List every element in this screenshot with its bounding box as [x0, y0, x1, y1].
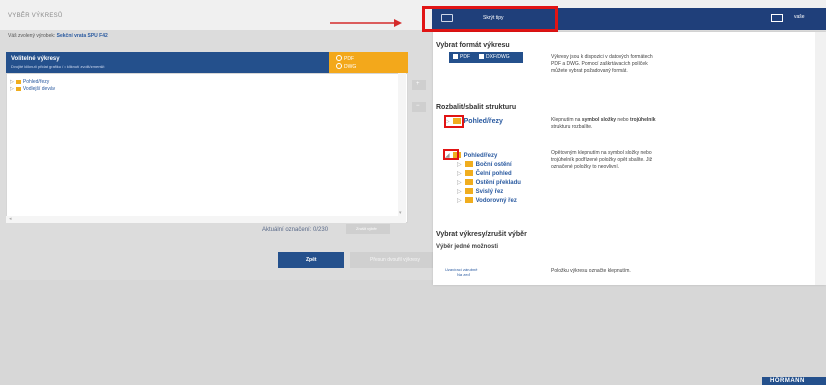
tree-item-label[interactable]: Vodlejší deváv: [23, 86, 55, 92]
tips-pdf-checkbox: PDF: [453, 54, 470, 60]
expand-triangle-icon[interactable]: ▷: [10, 86, 14, 92]
tips-scrollbar[interactable]: [815, 32, 826, 285]
tree-vertical-scrollbar[interactable]: [398, 73, 406, 223]
tree-item-label[interactable]: Pohled/řezy: [23, 79, 49, 85]
tips-expand-title: Rozbalit/sbalit strukturu: [436, 104, 517, 111]
tips-select-description: Položku výkresu označte klepnutím.: [551, 268, 631, 274]
remove-drawing-button[interactable]: −: [412, 102, 426, 112]
page-lower-area: [0, 280, 826, 385]
selected-product-line: Váš zvolený výrobek: Sekční vrata SPU F4…: [8, 33, 108, 39]
hide-tips-button[interactable]: Skrýt tipy: [433, 10, 555, 28]
user-menu-label[interactable]: vaše: [794, 14, 805, 20]
tips-mini-tree: Uzavírací zárubně Na zeď: [445, 267, 477, 277]
tips-tree-child: ▷ Ostění překladu: [457, 179, 521, 186]
tips-tree-child: ▷ Boční ostění: [457, 161, 512, 168]
expand-triangle-icon[interactable]: ▷: [10, 79, 14, 85]
tips-dwg-checkbox: DXF/DWG: [479, 54, 510, 60]
selected-product-label: Váš zvolený výrobek:: [8, 33, 56, 39]
scroll-down-arrow-icon[interactable]: ▾: [399, 210, 402, 216]
annotation-arrow-icon: [330, 19, 402, 27]
add-drawing-button[interactable]: +: [412, 80, 426, 90]
tips-highlight-box: [444, 115, 464, 128]
drawing-tree: ▷ Pohled/řezy ▷ Vodlejší deváv: [6, 73, 408, 223]
next-button[interactable]: Přesun dvoufil výkresy: [350, 252, 435, 268]
tips-tree-child: ▷ Vodorovný řez: [457, 197, 517, 204]
tips-mini-tree-child: Na zeď: [457, 272, 470, 277]
brand-logo: HÖRMANN: [762, 377, 826, 385]
format-dwg-radio[interactable]: DWG: [336, 63, 356, 70]
hide-tips-label: Skrýt tipy: [483, 15, 504, 21]
format-pdf-radio[interactable]: PDF: [336, 55, 354, 62]
available-drawings-hint: Dvojité kliknutí přidat grafiku / • klik…: [11, 64, 105, 69]
tips-expand-description: Klepnutím na symbol složky nebo trojúhel…: [551, 117, 656, 131]
add-drawing-label: +: [416, 81, 420, 87]
format-selector: PDF DWG: [329, 52, 408, 73]
clear-selection-button[interactable]: Zrušit výběr: [346, 224, 390, 234]
tips-highlight-box: [443, 149, 459, 160]
available-drawings-title: Volitelné výkresy: [11, 56, 60, 62]
next-button-label: Přesun dvoufil výkresy: [370, 257, 421, 263]
tips-format-title: Vybrat formát výkresu: [436, 42, 510, 49]
keyboard-icon: [441, 14, 453, 22]
back-button[interactable]: Zpět: [278, 252, 344, 268]
selected-product-name: Sekční vrata SPU F42: [56, 33, 108, 39]
back-button-label: Zpět: [306, 257, 317, 263]
clear-selection-label: Zrušit výběr: [356, 226, 377, 231]
envelope-icon: [771, 14, 783, 22]
tips-tree-child: ▷ Svislý řez: [457, 188, 504, 195]
tree-item[interactable]: ▷ Pohled/řezy: [10, 79, 49, 85]
folder-icon[interactable]: [15, 80, 21, 84]
tips-select-subtitle: Výběr jedné možnosti: [436, 244, 499, 250]
brand-logo-text: HÖRMANN: [770, 378, 805, 384]
tips-tree-child: ▷ Čelní pohled: [457, 170, 512, 177]
scroll-left-arrow-icon[interactable]: ◂: [9, 216, 12, 222]
tips-panel: Vybrat formát výkresu PDF DXF/DWG Výkres…: [433, 32, 826, 285]
remove-drawing-label: −: [416, 103, 420, 109]
tips-format-example: PDF DXF/DWG: [449, 52, 523, 63]
tree-item[interactable]: ▷ Vodlejší deváv: [10, 86, 55, 92]
tips-select-title: Vybrat výkresy/zrušit výběr: [436, 231, 527, 238]
tree-horizontal-scrollbar[interactable]: [6, 216, 398, 223]
page-title: VYBĚR VÝKRESŮ: [8, 13, 63, 19]
available-drawings-header: Volitelné výkresy Dvojité kliknutí přida…: [6, 52, 329, 73]
tips-format-description: Výkresy jsou k dispozici v datových form…: [551, 54, 653, 75]
selection-count: Aktuální označení: 0/230: [262, 227, 329, 233]
folder-icon[interactable]: [15, 87, 21, 91]
mail-button[interactable]: [767, 10, 787, 26]
tips-collapse-description: Opětovným klepnutím na symbol složky neb…: [551, 150, 653, 171]
